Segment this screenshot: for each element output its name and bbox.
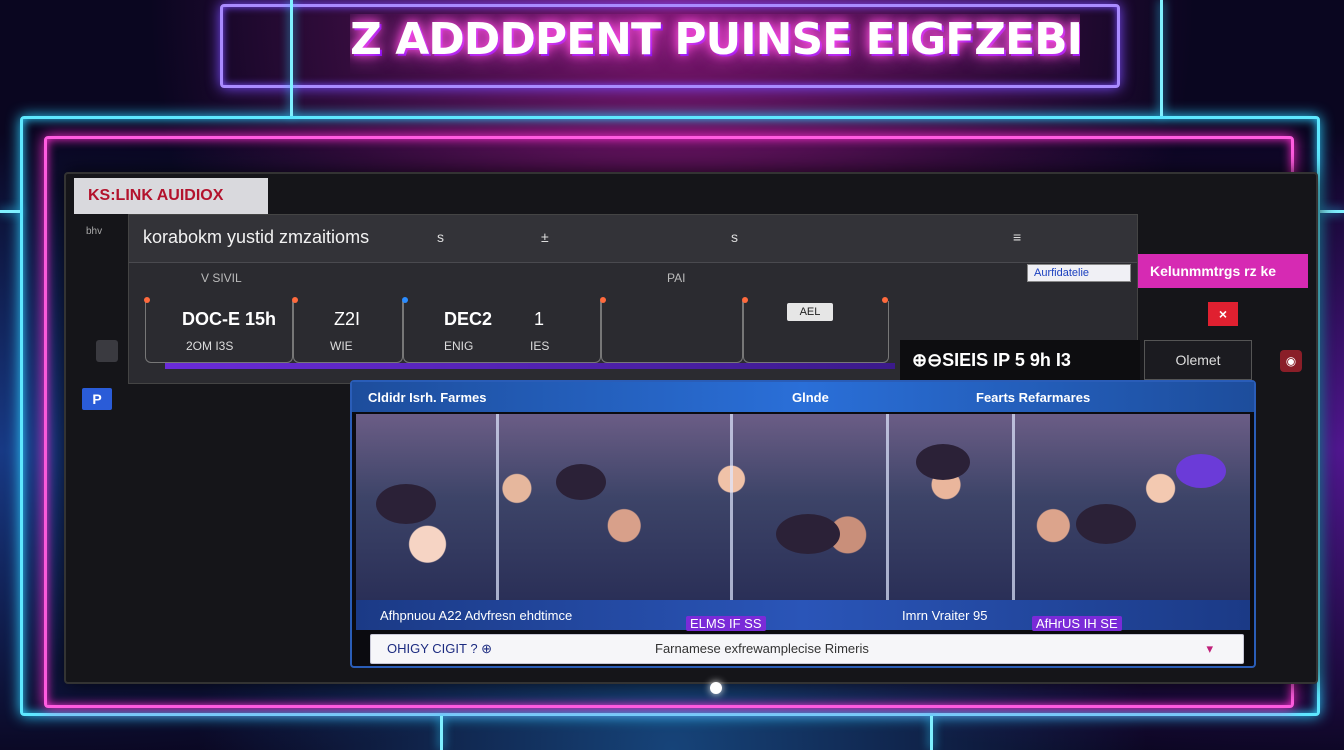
caption-badge: AfHrUS IH SE [1032, 616, 1122, 631]
caption-text: Afhpnuou A22 Advfresn ehdtimce [380, 608, 573, 623]
side-tab[interactable]: bhv [86, 226, 114, 240]
header-icon[interactable]: ± [541, 229, 549, 245]
stat-card[interactable]: DOC-E 15h 2OM I3S [144, 297, 293, 363]
stat-value: DEC2 [444, 309, 493, 329]
status-dot [402, 297, 408, 303]
media-panel: Cldidr Isrh. Farmes Glnde Fearts Refarma… [350, 380, 1256, 668]
stat-sub: WIE [330, 339, 353, 353]
media-tab[interactable]: Fearts Refarmares [976, 390, 1090, 405]
crowd-hair [556, 464, 606, 500]
neon-line [930, 716, 933, 750]
panel-header: korabokm yustid zmzaitioms s ± s ≡ [129, 215, 1137, 263]
media-tab[interactable]: Glnde [792, 390, 829, 405]
media-header: Cldidr Isrh. Farmes Glnde Fearts Refarma… [352, 382, 1254, 412]
app-window: KS:LINK AUIDIOX bhv P korabokm yustid zm… [64, 172, 1318, 684]
image-divider [496, 414, 499, 600]
stat-card[interactable]: DEC2 ENIG 1 IES [402, 297, 601, 363]
panel-sub-label: PAI [667, 271, 686, 285]
input-value: OHIGY CIGIT ? ⊕ [387, 641, 493, 656]
image-divider [886, 414, 889, 600]
stat-card[interactable] [600, 297, 743, 363]
header-icon[interactable]: s [731, 229, 738, 245]
neon-line [1320, 210, 1344, 213]
neon-line [1160, 0, 1163, 116]
status-dot [600, 297, 606, 303]
media-tab[interactable]: Cldidr Isrh. Farmes [368, 390, 486, 405]
stat-sub: IES [530, 339, 550, 353]
app-tag: KS:LINK AUIDIOX [74, 178, 268, 214]
action-strip[interactable]: ⊕⊖SIEIS IP 5 9h I3 [900, 340, 1140, 380]
panel-progress-line [165, 363, 895, 369]
stat-value: 1 [534, 309, 545, 329]
side-badge[interactable]: P [82, 388, 112, 410]
neon-line [440, 716, 443, 750]
stats-row: DOC-E 15h 2OM I3S Z2I WIE DEC2 ENIG 1 IE… [144, 297, 895, 371]
stat-sub: 2OM I3S [186, 339, 234, 353]
menu-icon[interactable]: ≡ [1013, 229, 1021, 245]
header-icon[interactable]: s [437, 229, 444, 245]
stat-sub: ENIG [444, 339, 474, 353]
record-icon[interactable]: ◉ [1280, 350, 1302, 372]
input-hint: Farnamese exfrewamplecise Rimeris [655, 641, 869, 656]
scroll-handle[interactable] [710, 682, 722, 694]
caption-text: Imrn Vraiter 95 [902, 608, 988, 623]
image-divider [1012, 414, 1015, 600]
status-dot [882, 297, 888, 303]
close-icon[interactable]: × [1208, 302, 1238, 326]
status-dot [742, 297, 748, 303]
notification-banner[interactable]: Kelunmmtrgs rz ke [1138, 254, 1308, 288]
crowd-hair [1176, 454, 1226, 488]
media-search-input[interactable]: OHIGY CIGIT ? ⊕ Farnamese exfrewamplecis… [370, 634, 1244, 664]
crowd-hair [1076, 504, 1136, 544]
stat-value: Z2I [334, 309, 361, 329]
panel-sub-label: V SIVIL [201, 271, 242, 285]
caption-badge: ELMS IF SS [686, 616, 766, 631]
image-divider [730, 414, 733, 600]
stat-value: DOC-E 15h [182, 309, 277, 329]
media-caption-bar: Afhpnuou A22 Advfresn ehdtimce ELMS IF S… [356, 600, 1250, 631]
status-dot [144, 297, 150, 303]
status-dot [292, 297, 298, 303]
crowd-hair [376, 484, 436, 524]
side-toggle[interactable] [96, 340, 118, 362]
neon-line [290, 0, 293, 116]
mini-badge[interactable]: AEL [787, 303, 833, 321]
page-title: Z ADDDPENT PUINSE EIGFZEBIOM [350, 14, 1080, 65]
crowd-image[interactable] [356, 414, 1250, 600]
panel-title: korabokm yustid zmzaitioms [143, 227, 370, 247]
crowd-hair [776, 514, 840, 554]
ghost-button[interactable]: Olemet [1144, 340, 1252, 380]
neon-line [0, 210, 20, 213]
search-input[interactable]: Aurfidatelie [1027, 264, 1131, 282]
stat-card[interactable]: Z2I WIE [292, 297, 403, 363]
chevron-down-icon[interactable]: ▾ [1206, 635, 1213, 663]
crowd-hair [916, 444, 970, 480]
